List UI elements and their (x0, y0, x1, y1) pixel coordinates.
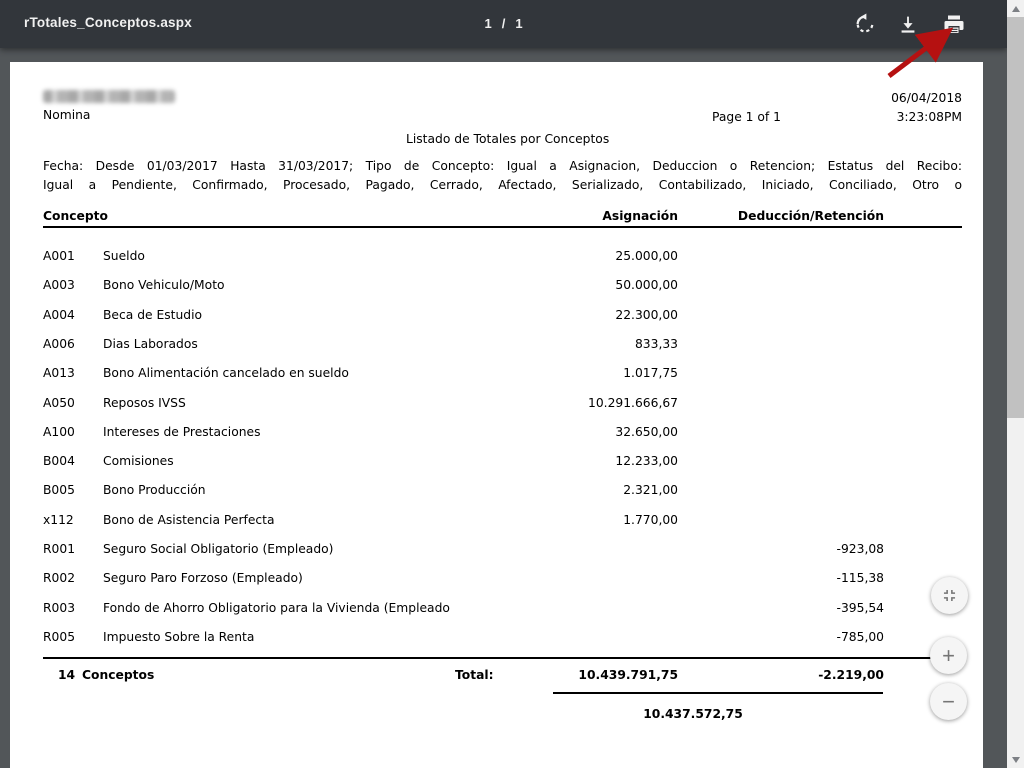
fit-to-page-button[interactable] (931, 577, 968, 614)
concept-code: B005 (43, 483, 75, 497)
table-row: A100 Intereses de Prestaciones 32.650,00 (10, 425, 983, 441)
table-row: R001 Seguro Social Obligatorio (Empleado)… (10, 542, 983, 558)
header-rule (43, 226, 962, 228)
table-row: A004 Beca de Estudio 22.300,00 (10, 308, 983, 324)
concept-description: Bono Vehiculo/Moto (103, 278, 458, 292)
table-row: A013 Bono Alimentación cancelado en sueld… (10, 366, 983, 382)
asignacion-value: 25.000,00 (478, 249, 678, 263)
asignacion-value: 833,33 (478, 337, 678, 351)
zoom-out-icon: − (942, 689, 955, 715)
concept-code: R003 (43, 601, 75, 615)
asignacion-value: 22.300,00 (478, 308, 678, 322)
concept-description: Seguro Social Obligatorio (Empleado) (103, 542, 458, 556)
concept-description: Comisiones (103, 454, 458, 468)
concept-code: R005 (43, 630, 75, 644)
scroll-down-button[interactable] (1007, 751, 1024, 768)
page-number-label: Page 1 of 1 (712, 110, 781, 124)
table-row: R005 Impuesto Sobre la Renta -785,00 (10, 630, 983, 646)
concept-description: Sueldo (103, 249, 458, 263)
deduccion-value: -923,08 (684, 542, 884, 556)
viewer-toolbar: rTotales_Conceptos.aspx 1/1 (0, 0, 1007, 48)
pdf-viewer: Nomina 06/04/2018 3:23:08PM Page 1 of 1 … (0, 0, 1024, 768)
download-icon (897, 13, 919, 35)
concept-code: R002 (43, 571, 75, 585)
concept-count-label: Conceptos (82, 668, 154, 682)
concept-code: A006 (43, 337, 75, 351)
print-button[interactable] (940, 10, 968, 38)
total-deduccion: -2.219,00 (684, 668, 884, 682)
concept-description: Beca de Estudio (103, 308, 458, 322)
concept-code: A001 (43, 249, 75, 263)
fit-to-page-icon (940, 586, 959, 605)
table-row: A006 Dias Laborados 833,33 (10, 337, 983, 353)
asignacion-value: 2.321,00 (478, 483, 678, 497)
concept-description: Impuesto Sobre la Renta (103, 630, 458, 644)
zoom-in-button[interactable]: + (930, 637, 967, 674)
asignacion-value: 12.233,00 (478, 454, 678, 468)
concept-description: Bono Alimentación cancelado en sueldo (103, 366, 458, 380)
company-name-redacted (43, 90, 175, 103)
page-current: 1 (484, 16, 491, 31)
page-total: 1 (515, 16, 522, 31)
filter-line-2: Igual a Pendiente, Confirmado, Procesado… (43, 178, 962, 194)
table-row: A003 Bono Vehiculo/Moto 50.000,00 (10, 278, 983, 294)
asignacion-value: 1.017,75 (478, 366, 678, 380)
totals-rule (43, 657, 962, 659)
concept-description: Bono de Asistencia Perfecta (103, 513, 458, 527)
page-separator: / (502, 16, 506, 31)
concept-description: Intereses de Prestaciones (103, 425, 458, 439)
table-row: R003 Fondo de Ahorro Obligatorio para la … (10, 601, 983, 617)
print-icon (942, 12, 966, 36)
report-title: Listado de Totales por Conceptos (406, 132, 609, 146)
concept-description: Fondo de Ahorro Obligatorio para la Vivi… (103, 601, 458, 615)
scroll-up-button[interactable] (1007, 0, 1024, 17)
grand-total-rule (553, 692, 883, 694)
deduccion-value: -395,54 (684, 601, 884, 615)
scroll-down-icon (1012, 757, 1020, 763)
asignacion-value: 32.650,00 (478, 425, 678, 439)
report-time: 3:23:08PM (842, 110, 962, 124)
vertical-scrollbar[interactable] (1007, 0, 1024, 768)
table-row: R002 Seguro Paro Forzoso (Empleado) -115,3… (10, 571, 983, 587)
concept-code: A100 (43, 425, 75, 439)
table-row: x112 Bono de Asistencia Perfecta 1.770,00 (10, 513, 983, 529)
concept-code: x112 (43, 513, 74, 527)
column-header-deduccion: Deducción/Retención (684, 209, 884, 223)
concept-description: Dias Laborados (103, 337, 458, 351)
grand-total: 10.437.572,75 (553, 707, 833, 721)
concept-count: 14 (58, 668, 75, 682)
scroll-up-icon (1012, 6, 1020, 12)
concept-code: A050 (43, 396, 75, 410)
table-row: A050 Reposos IVSS 10.291.666,67 (10, 396, 983, 412)
document-page: Nomina 06/04/2018 3:23:08PM Page 1 of 1 … (10, 62, 983, 768)
asignacion-value: 50.000,00 (478, 278, 678, 292)
table-row: B004 Comisiones 12.233,00 (10, 454, 983, 470)
table-row: B005 Bono Producción 2.321,00 (10, 483, 983, 499)
rotate-icon (854, 13, 876, 35)
table-row: A001 Sueldo 25.000,00 (10, 249, 983, 265)
zoom-out-button[interactable]: − (930, 683, 967, 720)
report-date: 06/04/2018 (842, 91, 962, 105)
rotate-button[interactable] (851, 10, 879, 38)
column-header-asignacion: Asignación (478, 209, 678, 223)
asignacion-value: 1.770,00 (478, 513, 678, 527)
concept-code: R001 (43, 542, 75, 556)
download-button[interactable] (894, 10, 922, 38)
deduccion-value: -115,38 (684, 571, 884, 585)
concept-description: Seguro Paro Forzoso (Empleado) (103, 571, 458, 585)
concept-code: A013 (43, 366, 75, 380)
total-asignacion: 10.439.791,75 (478, 668, 678, 682)
deduccion-value: -785,00 (684, 630, 884, 644)
zoom-in-icon: + (942, 643, 955, 669)
concept-code: A004 (43, 308, 75, 322)
concept-code: B004 (43, 454, 75, 468)
filter-line-1: Fecha: Desde 01/03/2017 Hasta 31/03/2017… (43, 159, 962, 175)
scrollbar-thumb[interactable] (1007, 17, 1024, 418)
concept-description: Bono Producción (103, 483, 458, 497)
concept-description: Reposos IVSS (103, 396, 458, 410)
concept-code: A003 (43, 278, 75, 292)
asignacion-value: 10.291.666,67 (478, 396, 678, 410)
module-label: Nomina (43, 108, 90, 122)
column-header-concepto: Concepto (43, 209, 108, 223)
